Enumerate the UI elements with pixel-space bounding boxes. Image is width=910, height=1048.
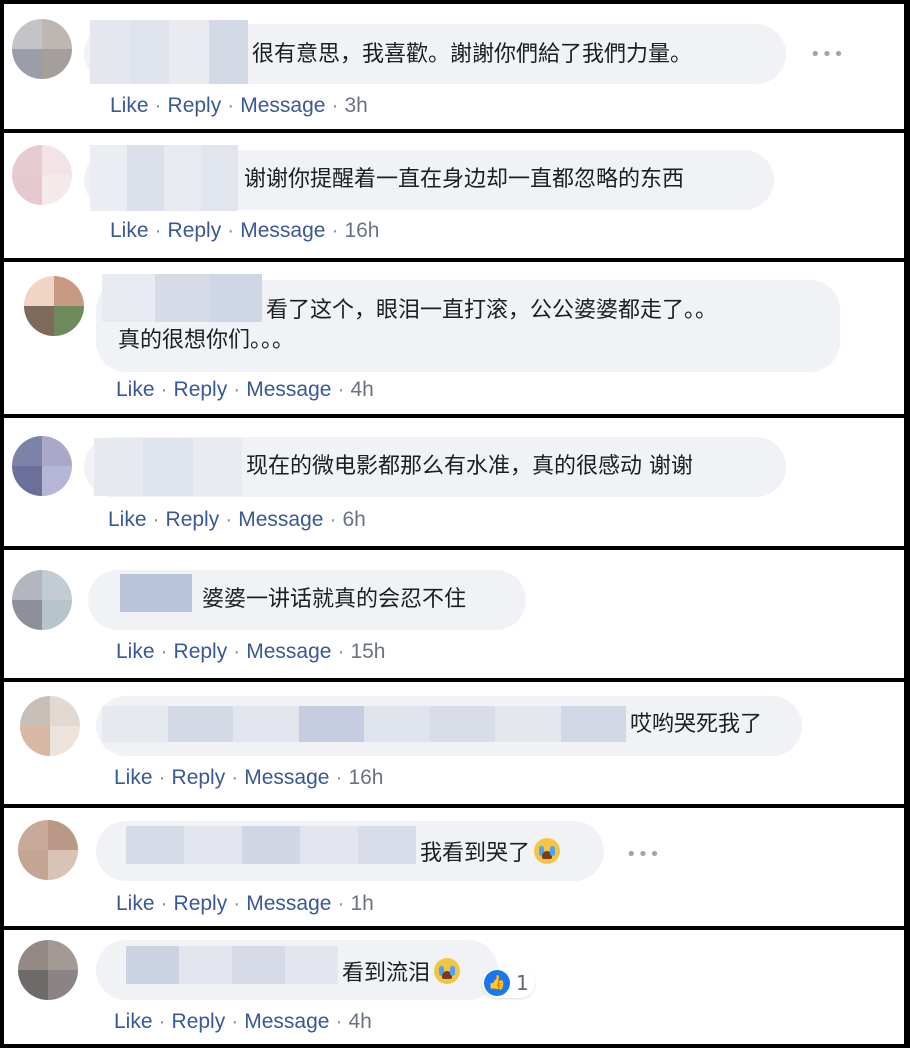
comment-actions: Like · Reply · Message · 4h (114, 1010, 372, 1033)
reply-link[interactable]: Reply (166, 508, 220, 531)
reaction-summary[interactable]: 👍 1 (482, 968, 535, 998)
reply-link[interactable]: Reply (174, 892, 228, 915)
timestamp[interactable]: 4h (350, 378, 373, 401)
message-link[interactable]: Message (246, 640, 331, 663)
comment-card: 很有意思，我喜歡。謝謝你們給了我們力量。 ••• Like · Reply · Mess… (4, 4, 904, 129)
commenter-name[interactable] (90, 145, 238, 211)
comment-text: 现在的微电影都那么有水准，真的很感动 谢谢 (246, 454, 693, 479)
comment-text: 婆婆一讲话就真的会忍不住 (202, 587, 467, 612)
like-icon: 👍 (484, 970, 510, 996)
comment-text: 看到流泪 (342, 958, 461, 989)
like-link[interactable]: Like (114, 766, 153, 789)
avatar[interactable] (12, 19, 72, 79)
message-link[interactable]: Message (240, 94, 325, 117)
comment-text-line-2: 真的很想你们。。。 (118, 328, 295, 353)
loudly-crying-face-icon (434, 958, 461, 984)
avatar[interactable] (12, 145, 72, 205)
like-link[interactable]: Like (116, 892, 155, 915)
reply-link[interactable]: Reply (174, 378, 228, 401)
comment-actions: Like · Reply · Message · 1h (116, 892, 374, 915)
comment-actions: Like · Reply · Message · 3h (110, 94, 368, 117)
comment-card: 我看到哭了 ••• Like · Reply · Message · 1h (4, 808, 904, 926)
commenter-name[interactable] (102, 706, 626, 742)
comment-actions: Like · Reply · Message · 6h (108, 508, 366, 531)
comment-text: 很有意思，我喜歡。謝謝你們給了我們力量。 (252, 42, 693, 67)
message-link[interactable]: Message (244, 766, 329, 789)
comment-feed: 很有意思，我喜歡。謝謝你們給了我們力量。 ••• Like · Reply · Mess… (0, 0, 910, 1048)
timestamp[interactable]: 6h (342, 508, 365, 531)
commenter-name[interactable] (126, 946, 338, 984)
comment-card: 现在的微电影都那么有水准，真的很感动 谢谢 Like · Reply · Message… (4, 418, 904, 546)
comment-actions: Like · Reply · Message · 16h (114, 766, 384, 789)
timestamp[interactable]: 16h (348, 766, 383, 789)
message-link[interactable]: Message (246, 378, 331, 401)
comment-actions: Like · Reply · Message · 16h (110, 219, 380, 242)
like-link[interactable]: Like (116, 378, 155, 401)
like-link[interactable]: Like (114, 1010, 153, 1033)
message-link[interactable]: Message (238, 508, 323, 531)
commenter-name[interactable] (94, 438, 242, 496)
timestamp[interactable]: 16h (344, 219, 379, 242)
comment-actions: Like · Reply · Message · 4h (116, 378, 374, 401)
avatar[interactable] (12, 570, 72, 630)
reaction-count: 1 (516, 971, 529, 995)
comment-card: 哎哟哭死我了 Like · Reply · Message · 16h (4, 682, 904, 804)
comment-card: 看到流泪 👍 1 Like · Reply · Message · 4h (4, 930, 904, 1044)
like-link[interactable]: Like (116, 640, 155, 663)
like-link[interactable]: Like (108, 508, 147, 531)
timestamp[interactable]: 4h (348, 1010, 371, 1033)
more-options-icon[interactable]: ••• (626, 844, 661, 865)
loudly-crying-face-icon (534, 838, 561, 864)
reply-link[interactable]: Reply (172, 766, 226, 789)
commenter-name[interactable] (126, 826, 416, 864)
comment-text-line-1: 看了这个，眼泪一直打滚，公公婆婆都走了。。 (266, 298, 718, 323)
timestamp[interactable]: 15h (350, 640, 385, 663)
avatar[interactable] (18, 820, 78, 880)
reply-link[interactable]: Reply (168, 94, 222, 117)
message-link[interactable]: Message (244, 1010, 329, 1033)
message-link[interactable]: Message (240, 219, 325, 242)
reply-link[interactable]: Reply (172, 1010, 226, 1033)
message-link[interactable]: Message (246, 892, 331, 915)
comment-text: 谢谢你提醒着一直在身边却一直都忽略的东西 (244, 167, 685, 192)
comment-card: 婆婆一讲话就真的会忍不住 Like · Reply · Message · 15h (4, 550, 904, 678)
comment-card: 看了这个，眼泪一直打滚，公公婆婆都走了。。 真的很想你们。。。 Like · Rep… (4, 262, 904, 414)
comment-text: 我看到哭了 (420, 838, 561, 869)
comment-card: 谢谢你提醒着一直在身边却一直都忽略的东西 Like · Reply · Message ·… (4, 133, 904, 258)
reply-link[interactable]: Reply (168, 219, 222, 242)
timestamp[interactable]: 3h (344, 94, 367, 117)
commenter-name[interactable] (120, 574, 192, 612)
commenter-name[interactable] (102, 274, 262, 322)
commenter-name[interactable] (90, 20, 248, 84)
more-options-icon[interactable]: ••• (810, 44, 845, 65)
reply-link[interactable]: Reply (174, 640, 228, 663)
avatar[interactable] (20, 696, 80, 756)
comment-actions: Like · Reply · Message · 15h (116, 640, 386, 663)
timestamp[interactable]: 1h (350, 892, 373, 915)
like-link[interactable]: Like (110, 94, 149, 117)
like-link[interactable]: Like (110, 219, 149, 242)
avatar[interactable] (24, 276, 84, 336)
avatar[interactable] (12, 436, 72, 496)
comment-text: 哎哟哭死我了 (630, 712, 763, 737)
avatar[interactable] (18, 940, 78, 1000)
